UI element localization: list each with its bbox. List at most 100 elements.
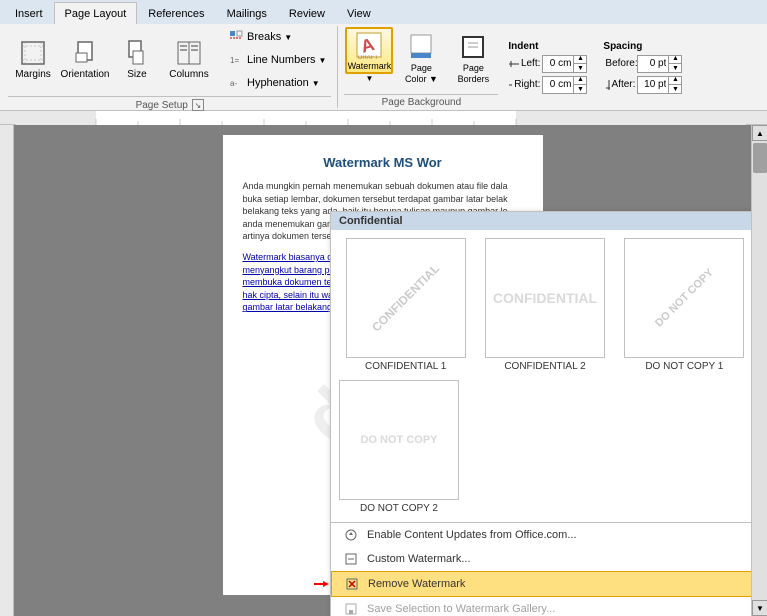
indent-left-input[interactable]: ▲ ▼	[542, 55, 587, 73]
watermark-icon: A DRAFT	[353, 29, 385, 61]
columns-label: Columns	[169, 69, 208, 80]
horizontal-ruler	[0, 111, 767, 125]
spacing-after-label: After:	[603, 79, 635, 91]
indent-col: Indent Left: ▲ ▼	[508, 41, 587, 94]
page-color-icon	[405, 31, 437, 63]
document-title: Watermark MS Wor	[243, 155, 523, 170]
columns-button[interactable]: Columns	[164, 26, 214, 90]
hyphenation-arrow: ▼	[312, 79, 320, 88]
scroll-track[interactable]	[752, 141, 767, 600]
line-numbers-icon: 1=	[228, 52, 244, 68]
spacing-before-input[interactable]: ▲ ▼	[637, 55, 682, 73]
indent-right-down[interactable]: ▼	[574, 85, 586, 94]
watermark-item-do-not-copy-1[interactable]: DO NOT COPY DO NOT COPY 1	[618, 238, 751, 372]
indent-right-label: Right:	[508, 79, 540, 91]
page-color-label: PageColor ▼	[405, 63, 438, 85]
page-background-label: Page Background	[382, 97, 462, 108]
spacing-before-up[interactable]: ▲	[669, 55, 681, 64]
watermark-thumb-confidential-1: CONFIDENTIAL	[346, 238, 466, 358]
menu-enable-updates[interactable]: Enable Content Updates from Office.com..…	[331, 523, 751, 547]
enable-updates-icon	[343, 527, 359, 543]
breaks-arrow: ▼	[284, 33, 292, 42]
line-numbers-arrow: ▼	[318, 56, 326, 65]
hyphenation-button[interactable]: a- Hyphenation ▼	[223, 72, 331, 94]
watermark-grid-bottom: DO NOT COPY DO NOT COPY 2	[331, 380, 751, 522]
watermark-thumb-confidential-2: CONFIDENTIAL	[485, 238, 605, 358]
watermark-thumb-text-3: DO NOT COPY	[653, 267, 716, 330]
ribbon-content: Margins Orientation	[0, 24, 767, 110]
watermark-label-do-not-copy-2: DO NOT COPY 2	[360, 503, 438, 514]
orientation-icon	[69, 37, 101, 69]
indent-spacing-group: Indent Left: ▲ ▼	[504, 26, 686, 108]
scroll-down-button[interactable]: ▼	[752, 600, 767, 616]
enable-updates-label: Enable Content Updates from Office.com..…	[367, 529, 577, 541]
watermark-dropdown: Confidential CONFIDENTIAL CONFIDENTIAL 1…	[330, 211, 751, 616]
page-borders-button[interactable]: PageBorders	[448, 26, 498, 90]
indent-label: Indent	[508, 41, 587, 52]
watermark-button[interactable]: A DRAFT Watermark ▼	[344, 26, 394, 90]
watermark-dropdown-arrow[interactable]: ▼	[365, 74, 373, 89]
arrow-indicator	[314, 578, 330, 590]
spacing-before-down[interactable]: ▼	[669, 64, 681, 73]
watermark-label-confidential-1: CONFIDENTIAL 1	[365, 361, 446, 372]
tab-mailings[interactable]: Mailings	[216, 2, 278, 24]
remove-watermark-icon	[344, 576, 360, 592]
spacing-after-value[interactable]	[638, 77, 668, 93]
tab-insert[interactable]: Insert	[4, 2, 54, 24]
scroll-up-button[interactable]: ▲	[752, 125, 767, 141]
watermark-thumb-do-not-copy-2: DO NOT COPY	[339, 380, 459, 500]
spacing-after-down[interactable]: ▼	[669, 85, 681, 94]
tab-review[interactable]: Review	[278, 2, 336, 24]
menu-custom-watermark[interactable]: Custom Watermark...	[331, 547, 751, 571]
watermark-menu: Enable Content Updates from Office.com..…	[331, 522, 751, 616]
tab-page-layout[interactable]: Page Layout	[54, 2, 138, 24]
margins-button[interactable]: Margins	[8, 26, 58, 90]
scroll-thumb[interactable]	[753, 143, 767, 173]
indent-right-value[interactable]	[543, 77, 573, 93]
indent-left-value[interactable]	[543, 56, 573, 72]
spacing-before-value[interactable]	[638, 56, 668, 72]
menu-save-to-gallery: Save Selection to Watermark Gallery...	[331, 597, 751, 616]
tab-bar: Insert Page Layout References Mailings R…	[0, 0, 767, 24]
page-borders-icon	[457, 31, 489, 63]
watermark-thumb-text-1: CONFIDENTIAL	[369, 261, 442, 334]
page-setup-label: Page Setup	[136, 100, 188, 111]
margins-label: Margins	[15, 69, 51, 80]
watermark-item-confidential-1[interactable]: CONFIDENTIAL CONFIDENTIAL 1	[339, 238, 472, 372]
spacing-after-input[interactable]: ▲ ▼	[637, 76, 682, 94]
watermark-thumb-text-4: DO NOT COPY	[360, 434, 437, 446]
line-numbers-label: Line Numbers	[247, 54, 315, 66]
watermark-item-do-not-copy-2[interactable]: DO NOT COPY DO NOT COPY 2	[339, 380, 459, 514]
menu-remove-watermark[interactable]: Remove Watermark	[331, 571, 751, 597]
spacing-label: Spacing	[603, 41, 682, 52]
orientation-button[interactable]: Orientation	[60, 26, 110, 90]
svg-text:DRAFT: DRAFT	[358, 55, 378, 61]
watermark-label-do-not-copy-1: DO NOT COPY 1	[645, 361, 723, 372]
size-button[interactable]: Size	[112, 26, 162, 90]
hyphenation-label: Hyphenation	[247, 77, 309, 89]
page-color-button[interactable]: PageColor ▼	[396, 26, 446, 90]
page-options-stack: Breaks ▼ 1= Line Numbers ▼ a-	[223, 26, 331, 94]
indent-right-input[interactable]: ▲ ▼	[542, 76, 587, 94]
custom-watermark-label: Custom Watermark...	[367, 553, 471, 565]
watermark-panel-header: Confidential	[331, 212, 751, 230]
line-numbers-button[interactable]: 1= Line Numbers ▼	[223, 49, 331, 71]
size-label: Size	[127, 69, 146, 80]
spacing-before-label: Before:	[603, 58, 635, 70]
vertical-scrollbar: ▲ ▼	[751, 125, 767, 616]
spacing-after-up[interactable]: ▲	[669, 76, 681, 85]
svg-text:a-: a-	[230, 79, 237, 88]
indent-right-up[interactable]: ▲	[574, 76, 586, 85]
save-gallery-label: Save Selection to Watermark Gallery...	[367, 603, 555, 615]
tab-view[interactable]: View	[336, 2, 382, 24]
tab-references[interactable]: References	[137, 2, 215, 24]
watermark-item-confidential-2[interactable]: CONFIDENTIAL CONFIDENTIAL 2	[478, 238, 611, 372]
page-setup-footer: Page Setup ↘	[8, 96, 331, 111]
indent-left-down[interactable]: ▼	[574, 64, 586, 73]
watermark-thumb-text-2: CONFIDENTIAL	[493, 290, 597, 306]
remove-watermark-label: Remove Watermark	[368, 578, 465, 590]
vertical-ruler	[0, 125, 14, 616]
breaks-button[interactable]: Breaks ▼	[223, 26, 331, 48]
indent-left-up[interactable]: ▲	[574, 55, 586, 64]
page-setup-launcher[interactable]: ↘	[192, 99, 204, 111]
